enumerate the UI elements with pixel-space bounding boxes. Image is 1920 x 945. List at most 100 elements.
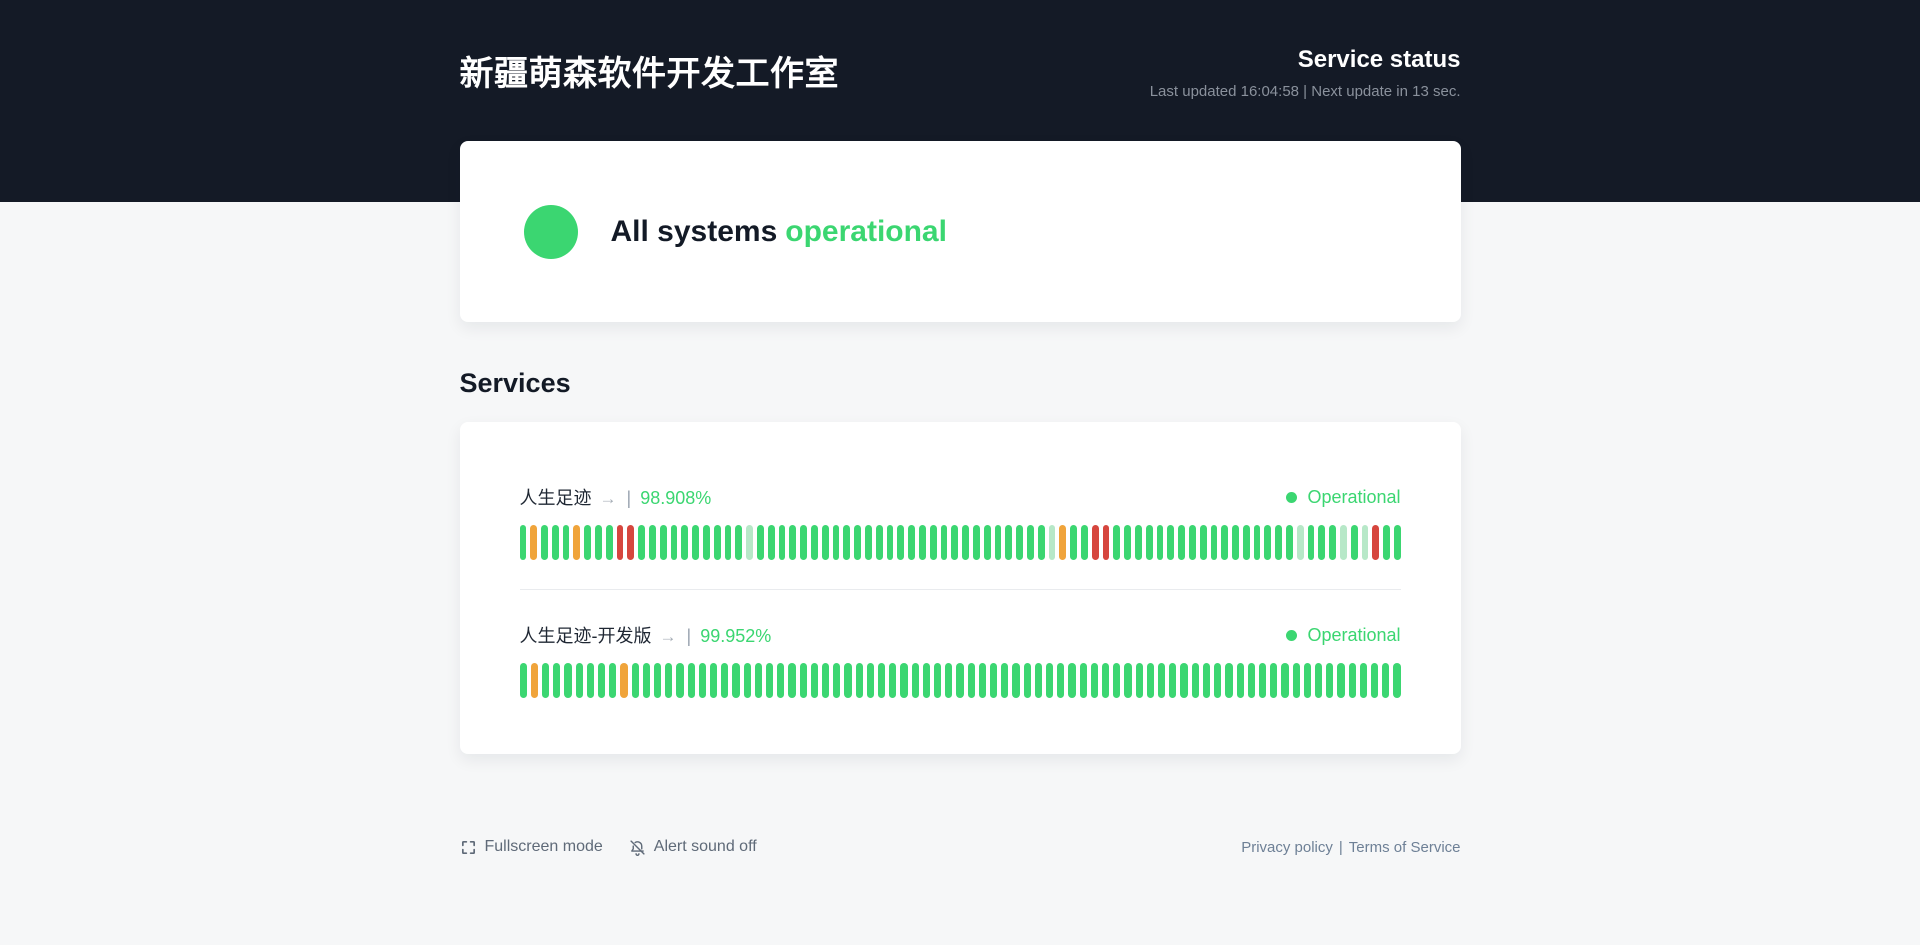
uptime-bar[interactable] xyxy=(649,525,656,560)
privacy-policy-link[interactable]: Privacy policy xyxy=(1241,839,1333,856)
uptime-bar[interactable] xyxy=(1349,663,1356,698)
uptime-bar[interactable] xyxy=(643,663,650,698)
uptime-bar[interactable] xyxy=(1351,525,1358,560)
uptime-bar[interactable] xyxy=(1136,663,1143,698)
uptime-bar[interactable] xyxy=(1113,663,1120,698)
uptime-bar[interactable] xyxy=(1264,525,1271,560)
uptime-bar[interactable] xyxy=(1243,525,1250,560)
uptime-bar[interactable] xyxy=(757,525,764,560)
uptime-bar[interactable] xyxy=(1200,525,1207,560)
uptime-bar[interactable] xyxy=(755,663,762,698)
uptime-bar[interactable] xyxy=(1393,663,1400,698)
uptime-bar[interactable] xyxy=(746,525,753,560)
uptime-bar[interactable] xyxy=(1035,663,1042,698)
uptime-bar[interactable] xyxy=(1281,663,1288,698)
uptime-bar[interactable] xyxy=(1275,525,1282,560)
uptime-bar[interactable] xyxy=(788,663,795,698)
uptime-bar[interactable] xyxy=(1221,525,1228,560)
uptime-bar[interactable] xyxy=(692,525,699,560)
uptime-bar[interactable] xyxy=(1382,663,1389,698)
uptime-bar[interactable] xyxy=(587,663,594,698)
uptime-bar[interactable] xyxy=(573,525,580,560)
uptime-bar[interactable] xyxy=(766,663,773,698)
uptime-bar[interactable] xyxy=(923,663,930,698)
uptime-bar[interactable] xyxy=(912,663,919,698)
uptime-bar[interactable] xyxy=(1254,525,1261,560)
uptime-bar[interactable] xyxy=(856,663,863,698)
uptime-bar[interactable] xyxy=(1070,525,1077,560)
uptime-bar[interactable] xyxy=(941,525,948,560)
uptime-bar[interactable] xyxy=(1080,663,1087,698)
uptime-bar[interactable] xyxy=(1232,525,1239,560)
uptime-bar[interactable] xyxy=(1394,525,1401,560)
uptime-bar[interactable] xyxy=(1360,663,1367,698)
uptime-bar[interactable] xyxy=(822,663,829,698)
uptime-bar[interactable] xyxy=(956,663,963,698)
uptime-bar[interactable] xyxy=(843,525,850,560)
uptime-bar[interactable] xyxy=(1046,663,1053,698)
uptime-bar[interactable] xyxy=(584,525,591,560)
uptime-bar[interactable] xyxy=(1124,663,1131,698)
uptime-bar[interactable] xyxy=(1012,663,1019,698)
uptime-bar[interactable] xyxy=(1297,525,1304,560)
uptime-bar[interactable] xyxy=(1192,663,1199,698)
uptime-bar[interactable] xyxy=(1248,663,1255,698)
uptime-bar[interactable] xyxy=(1372,525,1379,560)
uptime-bar[interactable] xyxy=(800,525,807,560)
uptime-bar[interactable] xyxy=(1304,663,1311,698)
uptime-bar[interactable] xyxy=(811,525,818,560)
uptime-bar[interactable] xyxy=(984,525,991,560)
uptime-bar[interactable] xyxy=(1237,663,1244,698)
uptime-bar[interactable] xyxy=(1016,525,1023,560)
uptime-bar[interactable] xyxy=(671,525,678,560)
uptime-bar[interactable] xyxy=(1329,525,1336,560)
uptime-bar[interactable] xyxy=(1001,663,1008,698)
uptime-bar[interactable] xyxy=(844,663,851,698)
uptime-bar[interactable] xyxy=(1203,663,1210,698)
uptime-bar[interactable] xyxy=(1103,525,1110,560)
uptime-bar[interactable] xyxy=(908,525,915,560)
uptime-bar[interactable] xyxy=(833,525,840,560)
uptime-bar[interactable] xyxy=(951,525,958,560)
uptime-bar[interactable] xyxy=(1211,525,1218,560)
uptime-bar[interactable] xyxy=(1049,525,1056,560)
uptime-bar[interactable] xyxy=(968,663,975,698)
uptime-bar[interactable] xyxy=(1337,663,1344,698)
uptime-bar[interactable] xyxy=(887,525,894,560)
uptime-bar[interactable] xyxy=(1124,525,1131,560)
alert-sound-button[interactable]: Alert sound off xyxy=(629,838,757,856)
uptime-bar[interactable] xyxy=(1225,663,1232,698)
uptime-bar[interactable] xyxy=(606,525,613,560)
uptime-bar[interactable] xyxy=(627,525,634,560)
uptime-bar[interactable] xyxy=(1214,663,1221,698)
uptime-bar[interactable] xyxy=(979,663,986,698)
uptime-bar[interactable] xyxy=(995,525,1002,560)
uptime-bar[interactable] xyxy=(665,663,672,698)
service-link[interactable]: 人生足迹-开发版 → | 99.952% xyxy=(520,622,772,648)
uptime-bar[interactable] xyxy=(576,663,583,698)
uptime-bar[interactable] xyxy=(735,525,742,560)
uptime-bar[interactable] xyxy=(1135,525,1142,560)
uptime-bar[interactable] xyxy=(867,663,874,698)
uptime-bar[interactable] xyxy=(1024,663,1031,698)
uptime-bar[interactable] xyxy=(876,525,883,560)
fullscreen-button[interactable]: Fullscreen mode xyxy=(460,838,603,856)
uptime-bar[interactable] xyxy=(1157,525,1164,560)
uptime-bar[interactable] xyxy=(632,663,639,698)
uptime-bar[interactable] xyxy=(617,525,624,560)
uptime-bar[interactable] xyxy=(900,663,907,698)
uptime-bar[interactable] xyxy=(1340,525,1347,560)
uptime-bar[interactable] xyxy=(1270,663,1277,698)
uptime-bar[interactable] xyxy=(1286,525,1293,560)
uptime-bar[interactable] xyxy=(530,525,537,560)
uptime-bar[interactable] xyxy=(541,525,548,560)
uptime-bar[interactable] xyxy=(725,525,732,560)
uptime-bar[interactable] xyxy=(889,663,896,698)
uptime-bar[interactable] xyxy=(1167,525,1174,560)
uptime-bar[interactable] xyxy=(1005,525,1012,560)
uptime-bar[interactable] xyxy=(1308,525,1315,560)
uptime-bar[interactable] xyxy=(1371,663,1378,698)
uptime-bar[interactable] xyxy=(552,525,559,560)
uptime-bar[interactable] xyxy=(1038,525,1045,560)
uptime-bar[interactable] xyxy=(1383,525,1390,560)
